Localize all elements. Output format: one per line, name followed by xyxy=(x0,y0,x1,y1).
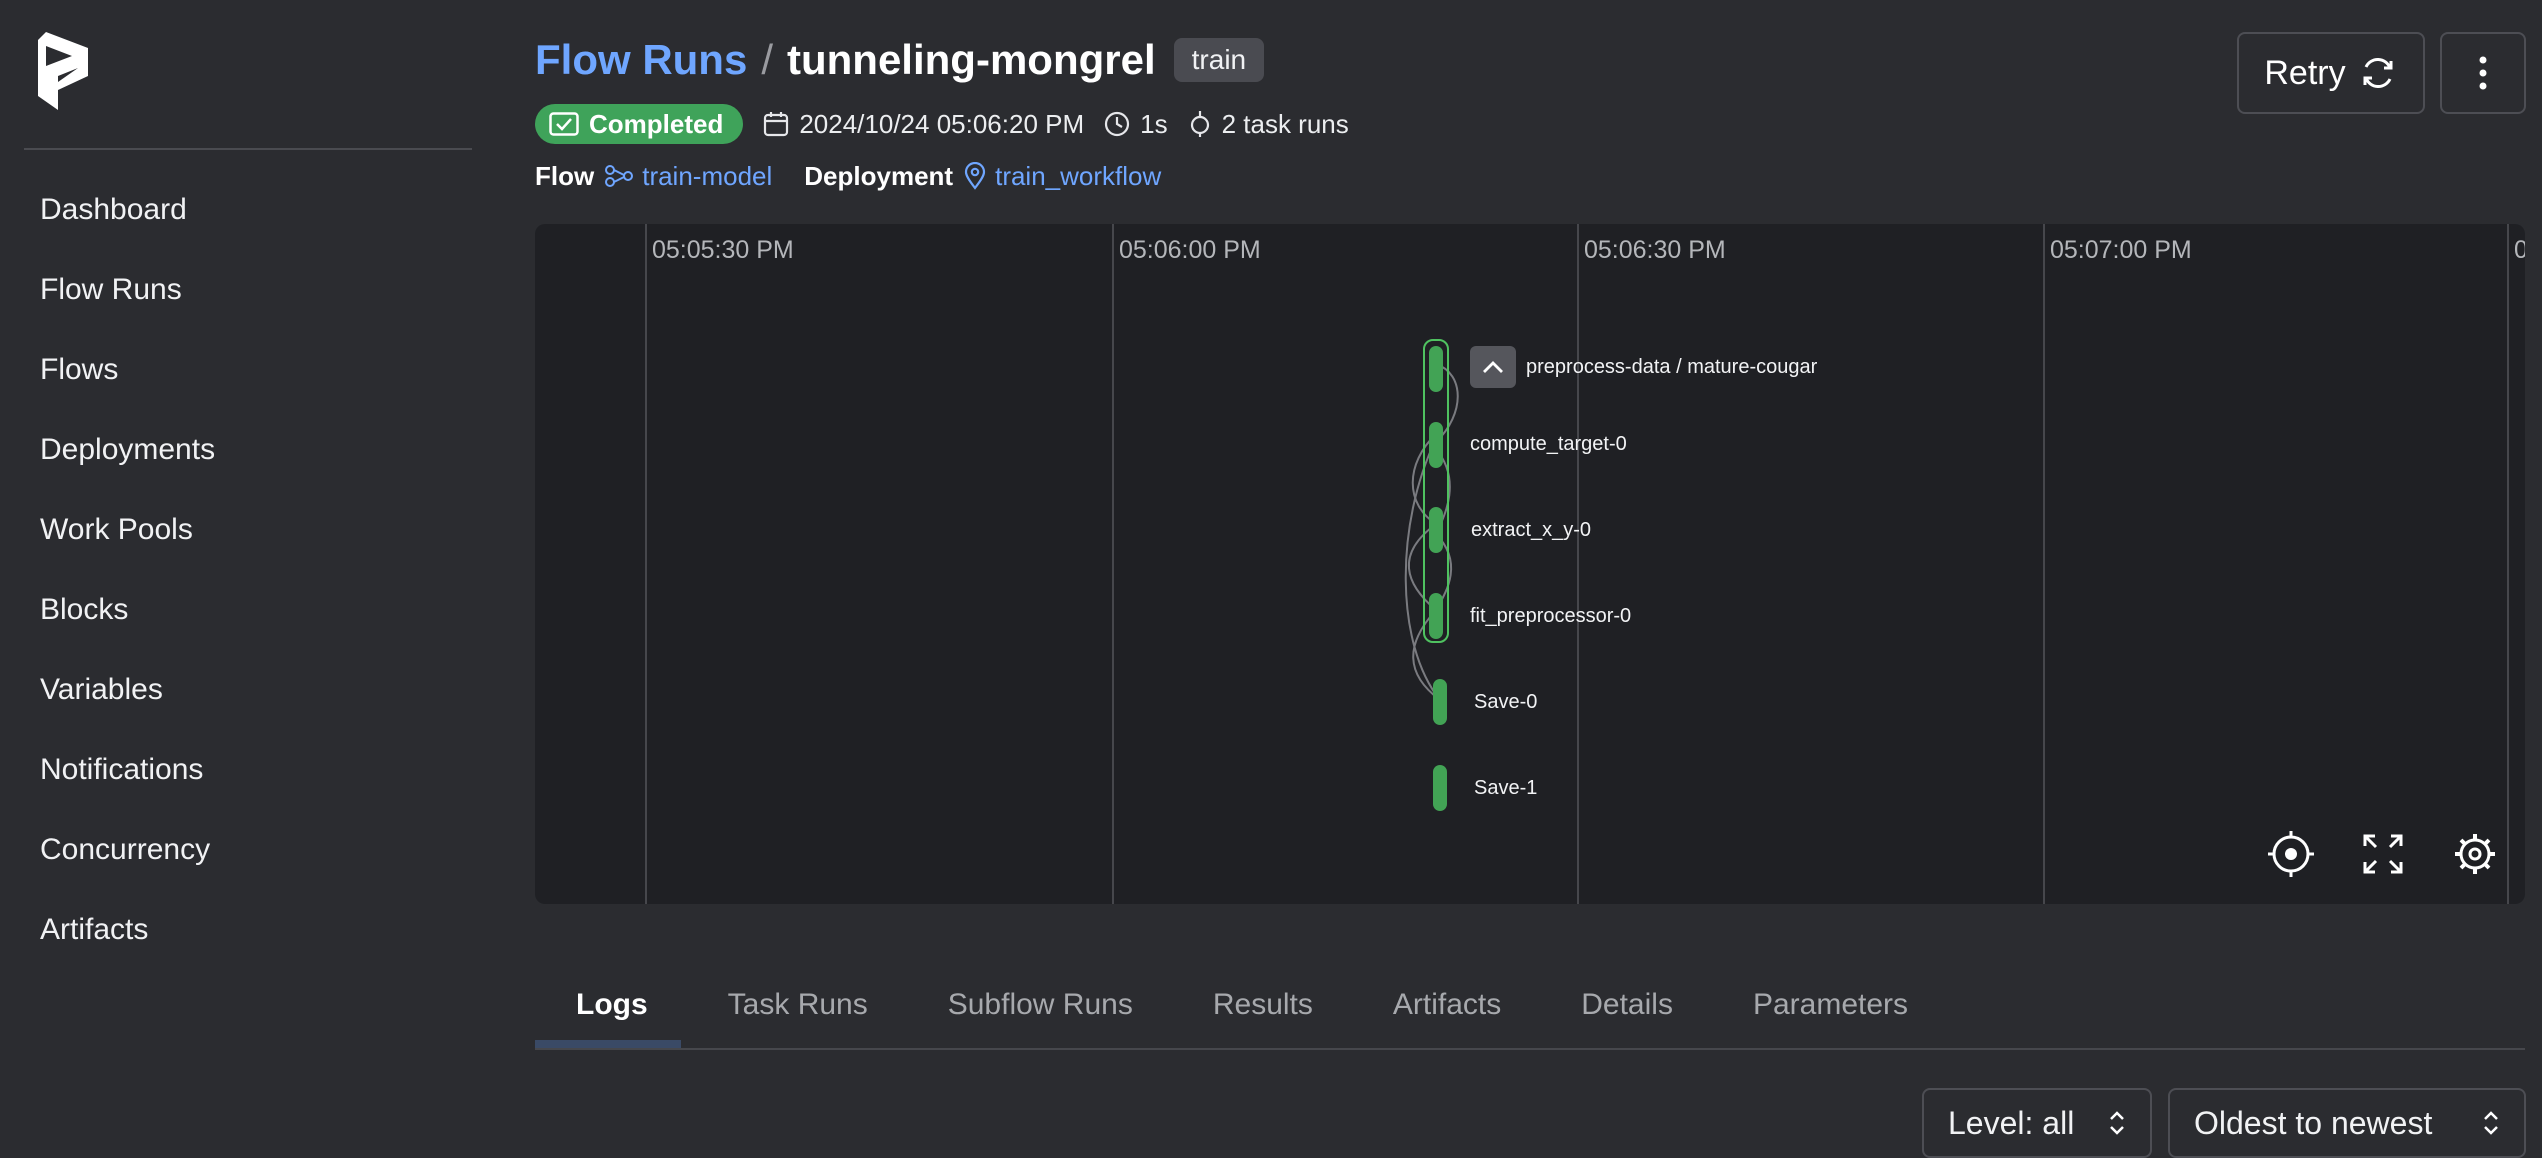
node-label[interactable]: Save-0 xyxy=(1474,691,1537,714)
node-label[interactable]: fit_preprocessor-0 xyxy=(1470,605,1631,628)
sidebar-item-deployments[interactable]: Deployments xyxy=(40,428,215,472)
collapse-subflow-button[interactable] xyxy=(1470,346,1516,388)
start-time-value: 2024/10/24 05:06:20 PM xyxy=(799,108,1085,139)
sidebar-divider xyxy=(24,148,472,150)
deployment-link[interactable]: train_workflow xyxy=(963,161,1161,192)
tab-subflow-runs[interactable]: Subflow Runs xyxy=(948,988,1133,1022)
flow-link-label[interactable]: train-model xyxy=(642,161,772,192)
sidebar-item-dashboard[interactable]: Dashboard xyxy=(40,188,187,232)
chevron-up-icon xyxy=(1483,361,1503,373)
breadcrumb-flow-runs-link[interactable]: Flow Runs xyxy=(535,36,747,84)
tag-badge: train xyxy=(1173,38,1265,82)
duration: 1s xyxy=(1104,108,1168,140)
status-badge: Completed xyxy=(535,104,744,144)
flow-deployment-row: Flow train-model Deployment train_workfl… xyxy=(535,158,1161,194)
status-label: Completed xyxy=(589,108,724,139)
node-bar-save-1[interactable] xyxy=(1433,765,1447,811)
check-icon xyxy=(549,112,579,136)
fullscreen-button[interactable] xyxy=(2357,828,2409,880)
refresh-icon xyxy=(2363,57,2393,89)
page-title: tunneling-mongrel xyxy=(787,36,1156,83)
more-options-button[interactable] xyxy=(2440,32,2526,114)
tab-parameters[interactable]: Parameters xyxy=(1753,988,1908,1022)
tab-artifacts[interactable]: Artifacts xyxy=(1393,988,1501,1022)
log-order-value: Oldest to newest xyxy=(2194,1104,2433,1141)
expand-icon xyxy=(2363,834,2403,874)
node-label[interactable]: preprocess-data / mature-cougar xyxy=(1526,356,1817,379)
log-order-select[interactable]: Oldest to newest xyxy=(2168,1088,2526,1158)
tab-logs[interactable]: Logs xyxy=(576,988,648,1022)
node-label[interactable]: compute_target-0 xyxy=(1470,433,1627,456)
node-bar-compute-target[interactable] xyxy=(1429,422,1443,468)
tab-details[interactable]: Details xyxy=(1581,988,1673,1022)
timeline-settings-button[interactable] xyxy=(2449,828,2501,880)
chevron-up-down-icon xyxy=(2484,1111,2498,1135)
kebab-menu-icon xyxy=(2479,56,2487,90)
crosshair-icon xyxy=(2268,831,2314,877)
task-runs-count: 2 task runs xyxy=(1188,109,1349,140)
task-runs-value: 2 task runs xyxy=(1221,108,1349,139)
sidebar: Dashboard Flow Runs Flows Deployments Wo… xyxy=(0,0,493,1146)
sidebar-item-work-pools[interactable]: Work Pools xyxy=(40,508,193,552)
deployment-link-label[interactable]: train_workflow xyxy=(995,161,1161,192)
clock-icon xyxy=(1105,111,1130,137)
log-level-value: Level: all xyxy=(1948,1104,2075,1141)
calendar-icon xyxy=(764,112,789,137)
tab-results[interactable]: Results xyxy=(1213,988,1313,1022)
sidebar-item-flows[interactable]: Flows xyxy=(40,348,118,392)
breadcrumb: Flow Runs / tunneling-mongrel train xyxy=(535,30,1265,90)
node-bar-extract-x-y[interactable] xyxy=(1429,507,1443,553)
location-pin-icon xyxy=(964,162,986,190)
prefect-logo-icon[interactable] xyxy=(38,32,94,112)
node-label[interactable]: extract_x_y-0 xyxy=(1471,519,1591,542)
sidebar-item-notifications[interactable]: Notifications xyxy=(40,748,203,792)
gear-icon xyxy=(2455,834,2495,874)
log-level-select[interactable]: Level: all xyxy=(1922,1088,2152,1158)
sidebar-item-blocks[interactable]: Blocks xyxy=(40,588,128,632)
tabs-divider xyxy=(535,1048,2525,1050)
recenter-button[interactable] xyxy=(2265,828,2317,880)
chevron-up-down-icon xyxy=(2110,1111,2124,1135)
duration-value: 1s xyxy=(1140,108,1168,139)
flow-run-timeline[interactable]: 05:05:30 PM 05:06:00 PM 05:06:30 PM 05:0… xyxy=(535,224,2525,904)
task-run-icon xyxy=(1190,111,1209,137)
run-detail-tabs: Logs Task Runs Subflow Runs Results Arti… xyxy=(535,960,1988,1050)
active-tab-indicator xyxy=(535,1040,681,1048)
flow-link[interactable]: train-model xyxy=(604,161,772,192)
run-meta-row: Completed 2024/10/24 05:06:20 PM 1s 2 ta… xyxy=(535,104,1349,144)
node-label[interactable]: Save-1 xyxy=(1474,777,1537,800)
flow-icon xyxy=(605,165,634,187)
node-bar-preprocess-data[interactable] xyxy=(1429,346,1443,392)
flow-key: Flow xyxy=(535,160,595,191)
sidebar-item-flow-runs[interactable]: Flow Runs xyxy=(40,268,182,312)
tab-task-runs[interactable]: Task Runs xyxy=(728,988,868,1022)
sidebar-item-artifacts[interactable]: Artifacts xyxy=(40,908,148,952)
breadcrumb-separator: / xyxy=(761,36,773,83)
node-bar-fit-preprocessor[interactable] xyxy=(1429,593,1443,639)
start-time: 2024/10/24 05:06:20 PM xyxy=(763,109,1084,140)
sidebar-item-variables[interactable]: Variables xyxy=(40,668,163,712)
retry-button[interactable]: Retry xyxy=(2237,32,2425,114)
deployment-key: Deployment xyxy=(804,160,954,191)
dependency-edges xyxy=(1404,363,1459,701)
retry-label: Retry xyxy=(2264,53,2346,92)
sidebar-item-concurrency[interactable]: Concurrency xyxy=(40,828,210,872)
node-bar-save-0[interactable] xyxy=(1433,679,1447,725)
